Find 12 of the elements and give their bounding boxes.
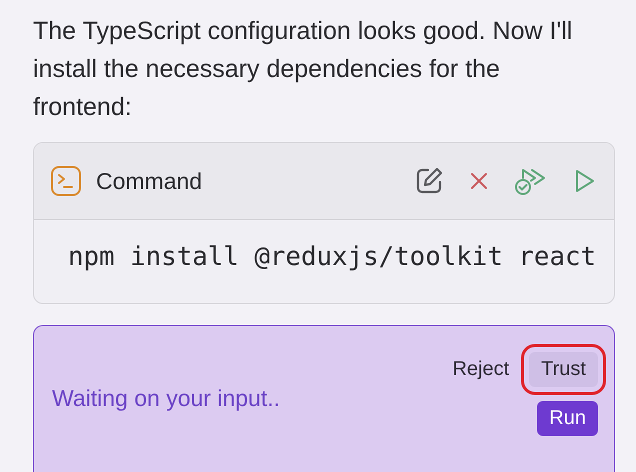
run-all-icon[interactable]: [514, 166, 548, 196]
card-title: Command: [96, 168, 204, 194]
run-button[interactable]: Run: [537, 401, 598, 436]
terminal-icon: [50, 165, 82, 197]
close-icon[interactable]: [470, 172, 488, 190]
play-icon[interactable]: [574, 168, 596, 194]
assistant-message: The TypeScript configuration looks good. Now I'll install the necessary dependencies for the frontend:: [33, 16, 574, 123]
command-text: npm install @reduxjs/toolkit react: [67, 241, 598, 272]
edit-icon[interactable]: [414, 166, 444, 196]
trust-button[interactable]: Trust: [529, 352, 598, 387]
status-text: Waiting on your input..: [52, 385, 281, 412]
reject-button[interactable]: Reject: [452, 352, 510, 387]
